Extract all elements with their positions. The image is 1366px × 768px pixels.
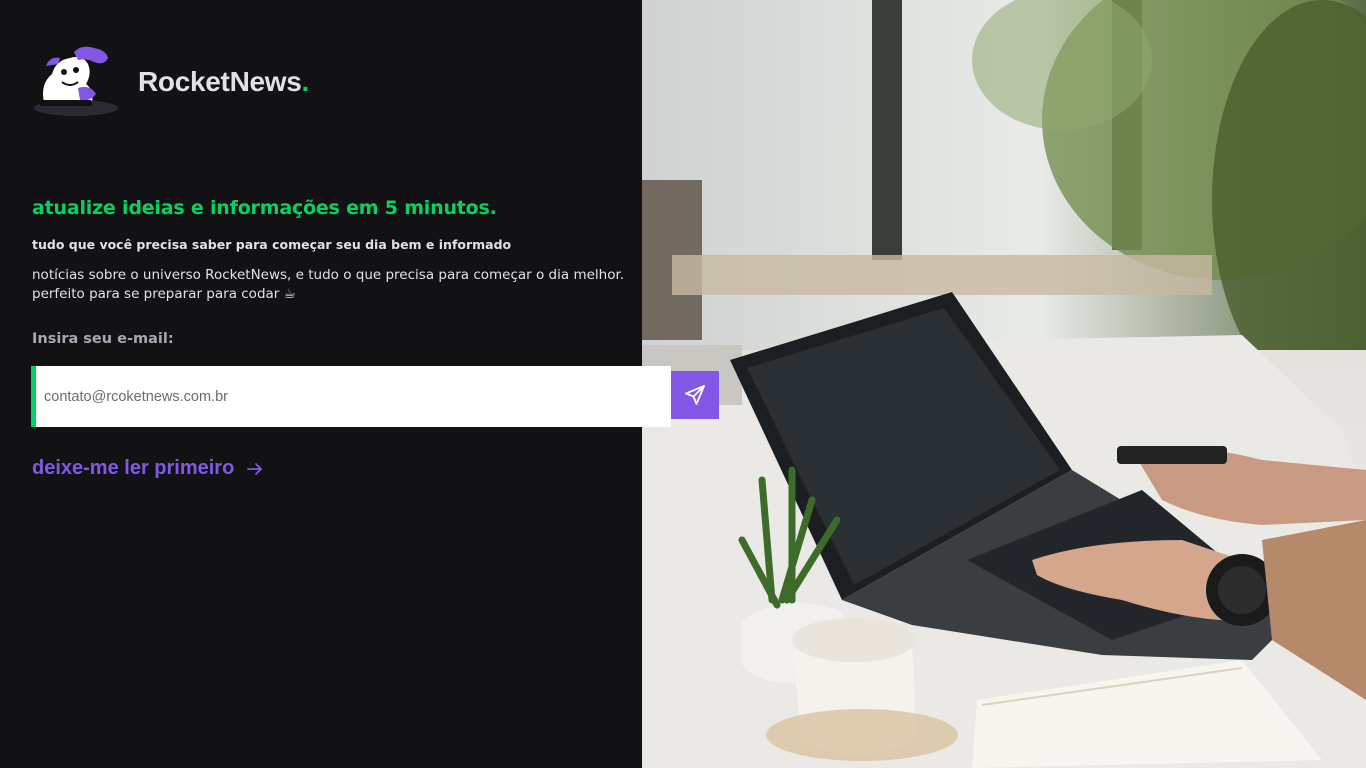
brand-dot: . bbox=[301, 66, 310, 97]
subheadline: tudo que você precisa saber para começar… bbox=[32, 237, 512, 252]
send-button[interactable] bbox=[671, 371, 719, 419]
description-line-2: perfeito para se preparar para codar ☕ bbox=[32, 286, 296, 302]
read-first-link[interactable]: deixe-me ler primeiro bbox=[32, 457, 264, 480]
send-icon bbox=[685, 385, 705, 405]
hero-photo bbox=[642, 0, 1366, 768]
arrow-right-icon bbox=[247, 462, 263, 475]
mascot-logo-icon bbox=[34, 44, 122, 120]
email-label: Insira seu e-mail: bbox=[32, 331, 174, 347]
brand-title: RocketNews. bbox=[138, 66, 309, 98]
description: notícias sobre o universo RocketNews, e … bbox=[32, 266, 632, 304]
read-first-label: deixe-me ler primeiro bbox=[32, 457, 235, 479]
brand-name: RocketNews bbox=[138, 66, 302, 97]
description-line-1: notícias sobre o universo RocketNews, e … bbox=[32, 267, 625, 283]
headline: atualize ideias e informações em 5 minut… bbox=[32, 197, 497, 219]
email-field-container bbox=[31, 366, 671, 427]
email-field[interactable] bbox=[36, 366, 671, 427]
